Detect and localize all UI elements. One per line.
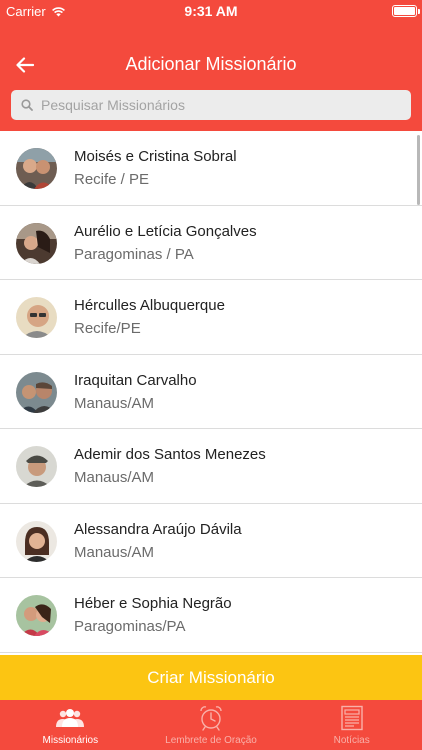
tab-bar: Missionários Lembrete de Oração Notícias (0, 700, 422, 750)
list-item[interactable]: Iraquitan Carvalho Manaus/AM (0, 355, 422, 429)
avatar (16, 595, 57, 636)
tab-label: Notícias (333, 735, 370, 746)
missionary-location: Paragominas/PA (74, 618, 186, 635)
scroll-indicator[interactable] (417, 135, 420, 205)
navigation-bar: Adicionar Missionário (0, 42, 422, 86)
avatar (16, 297, 57, 338)
list-item[interactable]: Héber e Sophia Negrão Paragominas/PA (0, 578, 422, 653)
tab-label: Missionários (42, 735, 99, 746)
people-icon (56, 709, 85, 727)
missionary-location: Manaus/AM (74, 394, 155, 412)
missionary-name: Hérculles Albuquerque (74, 297, 225, 314)
avatar (16, 446, 57, 487)
missionary-name: Ademir dos Santos Menezes (74, 446, 266, 463)
list-item[interactable]: Moisés e Cristina Sobral Recife / PE (0, 131, 422, 206)
missionary-name: Héber e Sophia Negrão (74, 595, 232, 612)
list-item[interactable]: Alessandra Araújo Dávila Manaus/AM (0, 504, 422, 578)
avatar (16, 148, 57, 189)
battery-icon (392, 5, 420, 17)
avatar (16, 222, 57, 264)
tab-label: Lembrete de Oração (165, 735, 257, 746)
missionary-name: Moisés e Cristina Sobral (74, 148, 237, 165)
list-item[interactable]: Aurélio e Letícia Gonçalves Paragominas … (0, 206, 422, 280)
search-bar[interactable] (11, 90, 411, 120)
missionary-name: Iraquitan Carvalho (74, 371, 197, 389)
tab-missionaries[interactable]: Missionários (0, 700, 141, 750)
list-item[interactable]: Hérculles Albuquerque Recife/PE (0, 280, 422, 355)
missionary-name: Alessandra Araújo Dávila (74, 520, 242, 538)
list-item[interactable]: Ademir dos Santos Menezes Manaus/AM (0, 429, 422, 504)
missionary-list[interactable]: Moisés e Cristina Sobral Recife / PE Aur… (0, 131, 422, 655)
tab-news[interactable]: Notícias (281, 700, 422, 750)
alarm-clock-icon (200, 706, 222, 731)
search-icon (21, 99, 33, 111)
missionary-location: Paragominas / PA (74, 245, 194, 263)
tab-prayer-reminder[interactable]: Lembrete de Oração (141, 700, 282, 750)
status-time: 9:31 AM (184, 3, 238, 19)
status-bar: Carrier 9:31 AM (0, 0, 422, 22)
missionary-location: Manaus/AM (74, 469, 155, 486)
search-input[interactable] (41, 97, 381, 113)
newspaper-icon (340, 705, 363, 731)
missionary-location: Recife / PE (74, 171, 150, 188)
page-title: Adicionar Missionário (125, 54, 297, 74)
missionary-location: Manaus/AM (74, 543, 155, 561)
missionary-name: Aurélio e Letícia Gonçalves (74, 222, 257, 240)
avatar (16, 371, 57, 413)
app-header: Carrier 9:31 AM Adicionar Missionário (0, 0, 422, 131)
create-missionary-button[interactable]: Criar Missionário (0, 655, 422, 700)
missionary-location: Recife/PE (74, 320, 141, 337)
avatar (16, 520, 57, 562)
